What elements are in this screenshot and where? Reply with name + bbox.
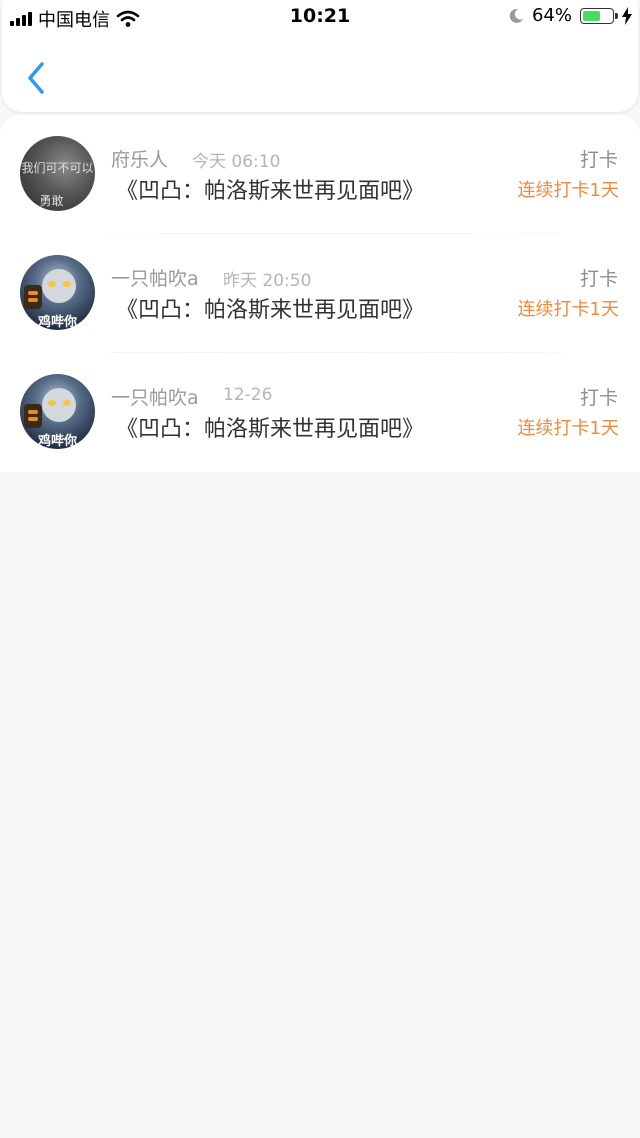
- list-item[interactable]: 我们可不可以 勇敢 府乐人 今天 06:10 《凹凸：帕洛斯来世再见面吧》 打卡…: [0, 115, 640, 234]
- post-time: 今天 06:10: [192, 152, 281, 172]
- streak-label: 连续打卡1天: [517, 180, 619, 201]
- avatar[interactable]: 我们可不可以 勇敢: [20, 136, 95, 211]
- post-time: 12-26: [223, 385, 273, 405]
- checkin-list: 我们可不可以 勇敢 府乐人 今天 06:10 《凹凸：帕洛斯来世再见面吧》 打卡…: [0, 115, 640, 472]
- post-time: 昨天 20:50: [223, 271, 312, 291]
- chevron-left-icon[interactable]: [22, 56, 52, 96]
- book-title[interactable]: 《凹凸：帕洛斯来世再见面吧》: [116, 173, 424, 205]
- status-bar: 中国电信 10:21 64%: [0, 0, 640, 34]
- avatar[interactable]: 鸡哔你: [20, 255, 95, 330]
- book-title[interactable]: 《凹凸：帕洛斯来世再见面吧》: [116, 411, 424, 443]
- avatar-text-line1: 我们可不可以: [21, 161, 94, 175]
- checkin-tag: 打卡: [579, 387, 618, 409]
- streak-label: 连续打卡1天: [517, 418, 619, 439]
- charging-icon: [622, 6, 632, 25]
- list-item[interactable]: 鸡哔你 一只帕吹a 昨天 20:50 《凹凸：帕洛斯来世再见面吧》 打卡 连续打…: [0, 234, 640, 353]
- streak-label: 连续打卡1天: [517, 299, 619, 320]
- avatar[interactable]: 鸡哔你: [20, 374, 95, 449]
- username[interactable]: 一只帕吹a: [111, 383, 199, 410]
- book-title[interactable]: 《凹凸：帕洛斯来世再见面吧》: [116, 292, 424, 324]
- avatar-caption: 鸡哔你: [37, 315, 77, 330]
- list-item[interactable]: 鸡哔你 一只帕吹a 12-26 《凹凸：帕洛斯来世再见面吧》 打卡 连续打卡1天: [0, 353, 640, 472]
- username[interactable]: 一只帕吹a: [111, 264, 199, 291]
- battery-percent: 64%: [531, 5, 572, 26]
- username[interactable]: 府乐人: [111, 145, 168, 172]
- avatar-text-line2: 勇敢: [39, 194, 64, 208]
- checkin-tag: 打卡: [579, 149, 618, 171]
- back-button[interactable]: [22, 56, 52, 96]
- moon-icon: [509, 8, 523, 23]
- avatar-caption: 鸡哔你: [37, 434, 77, 449]
- battery-icon: [580, 7, 618, 24]
- checkin-tag: 打卡: [579, 268, 618, 290]
